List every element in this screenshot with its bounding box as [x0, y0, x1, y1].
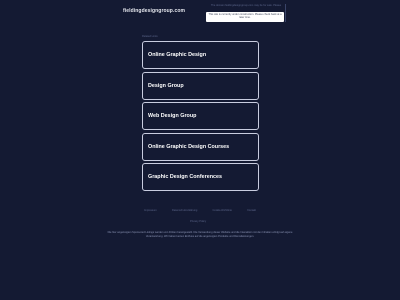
related-link-online-graphic-design-courses[interactable]: Online Graphic Design Courses: [142, 132, 259, 161]
privacy-policy-link[interactable]: Privacy Policy: [190, 220, 206, 223]
footer-link-impressum[interactable]: Impressum: [144, 209, 157, 212]
parked-domain-page: fieldingdesigngroup.com The domain field…: [0, 0, 400, 300]
sale-notice[interactable]: The domain fieldingdesigngroup.com may b…: [208, 4, 284, 7]
related-links-label: Related Links: [142, 35, 158, 38]
related-link-web-design-group[interactable]: Web Design Group: [142, 102, 259, 130]
footer-link-datenschutz[interactable]: Datenschutzerklärung: [172, 209, 197, 212]
footer-links: Impressum Datenschutzerklärung Cookie-Ri…: [144, 209, 256, 212]
disclaimer-text: Die hier angezeigten Sponsored Listings …: [107, 231, 293, 238]
related-link-graphic-design-conferences[interactable]: Graphic Design Conferences: [142, 163, 259, 191]
footer-link-cookie[interactable]: Cookie-Richtlinie: [213, 209, 232, 212]
related-link-design-group[interactable]: Design Group: [142, 71, 259, 100]
construction-notice: This site is currently under constructio…: [206, 12, 284, 22]
header-divider: [285, 4, 286, 22]
related-link-online-graphic-design[interactable]: Online Graphic Design: [142, 41, 259, 69]
related-links-list: Online Graphic Design Design Group Web D…: [142, 41, 259, 194]
domain-title[interactable]: fieldingdesigngroup.com: [123, 8, 185, 14]
footer-link-kontakt[interactable]: Kontakt: [247, 209, 256, 212]
